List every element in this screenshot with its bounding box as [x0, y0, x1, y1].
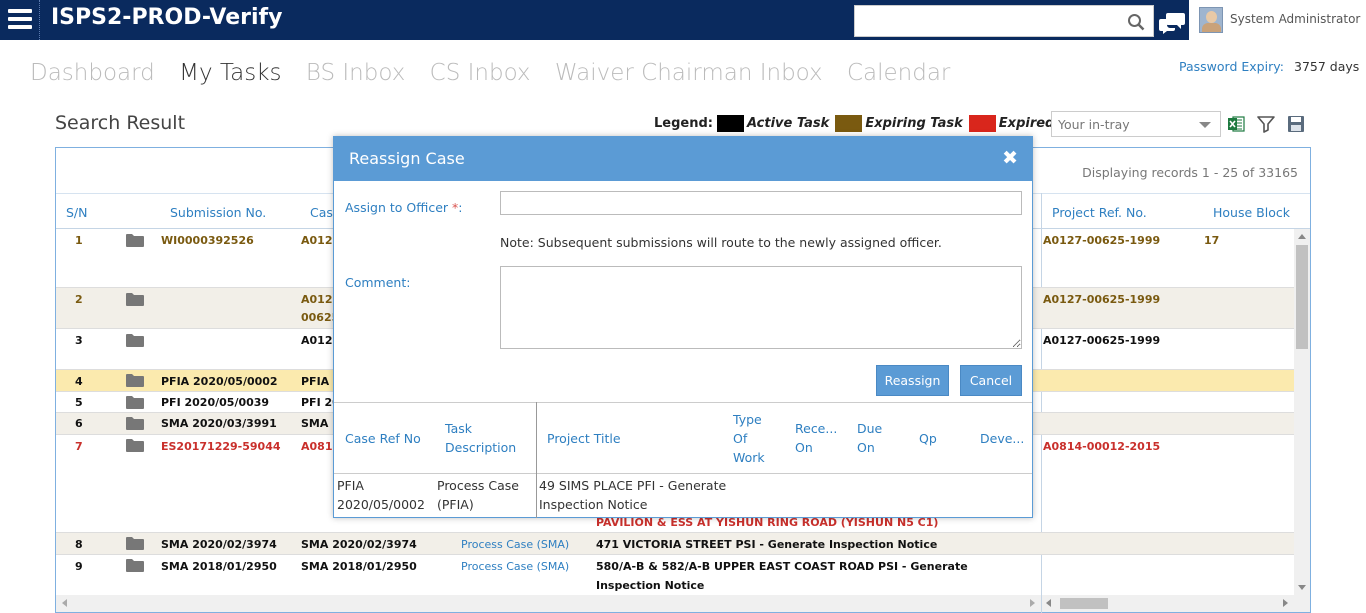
col-due-on[interactable]: Due On	[857, 419, 882, 457]
password-expiry-value: 3757 days	[1294, 59, 1360, 74]
in-tray-value: Your in-tray	[1058, 117, 1130, 132]
user-name: System Administrator	[1230, 12, 1361, 26]
cell-task-description: Process Case (PFIA)	[437, 478, 519, 512]
col-qp[interactable]: Qp	[919, 429, 937, 448]
legend-swatch-active	[716, 115, 744, 132]
tab-my-tasks[interactable]: My Tasks	[179, 60, 281, 86]
records-count: Displaying records 1 - 25 of 33165	[1082, 165, 1298, 180]
comment-label: Comment:	[345, 275, 411, 290]
tab-cs-inbox[interactable]: CS Inbox	[430, 60, 531, 86]
filter-icon[interactable]	[1257, 115, 1275, 133]
folder-icon[interactable]	[126, 292, 144, 306]
tab-bs-inbox[interactable]: BS Inbox	[306, 60, 406, 86]
scroll-up-icon[interactable]	[1298, 234, 1306, 239]
scroll-down-icon[interactable]	[1298, 585, 1306, 590]
scroll-right-icon[interactable]	[1283, 599, 1288, 607]
scroll-left-icon[interactable]	[1046, 599, 1051, 607]
col-developer[interactable]: Deve...	[980, 429, 1024, 448]
dialog-header: Reassign Case ✖	[334, 137, 1032, 181]
in-tray-select[interactable]: Your in-tray	[1051, 111, 1221, 137]
scroll-thumb[interactable]	[1296, 245, 1308, 349]
menu-icon[interactable]	[8, 9, 32, 31]
dialog-title: Reassign Case	[349, 149, 465, 168]
search-result-title: Search Result	[55, 112, 186, 134]
avatar	[1199, 7, 1223, 33]
assign-officer-label: Assign to Officer *:	[345, 200, 463, 215]
legend-swatch-expiring	[835, 115, 863, 132]
tab-waiver-chairman-inbox[interactable]: Waiver Chairman Inbox	[555, 60, 823, 86]
scroll-thumb[interactable]	[1060, 598, 1108, 609]
col-received-on[interactable]: Rece... On	[795, 419, 837, 457]
folder-icon[interactable]	[126, 558, 144, 572]
folder-icon[interactable]	[126, 416, 144, 430]
col-task-description[interactable]: Task Description	[445, 419, 516, 457]
legend-label: Legend:	[654, 116, 713, 131]
col-project-title[interactable]: Project Title	[547, 429, 621, 448]
table-row[interactable]: 9 SMA 2018/01/2950 SMA 2018/01/2950 Proc…	[56, 555, 1294, 595]
search-icon[interactable]	[1127, 13, 1145, 31]
user-menu[interactable]: System Administrator	[1189, 0, 1366, 40]
cell-project-title: 49 SIMS PLACE PFI - Generate Inspection …	[539, 478, 727, 512]
reassign-note: Note: Subsequent submissions will route …	[500, 235, 942, 250]
tab-calendar[interactable]: Calendar	[847, 60, 950, 86]
app-title: ISPS2-PROD-Verify	[51, 5, 283, 30]
col-house-block[interactable]: House Block	[1213, 205, 1290, 220]
excel-export-icon[interactable]	[1227, 115, 1245, 133]
header-divider	[39, 0, 40, 40]
folder-icon[interactable]	[126, 233, 144, 247]
horizontal-scrollbar-left[interactable]	[56, 595, 1041, 612]
cell-case-ref: PFIA 2020/05/0002	[337, 478, 425, 512]
scroll-right-icon[interactable]	[1030, 599, 1035, 607]
legend-expiring-task: Expiring Task	[865, 116, 963, 131]
folder-icon[interactable]	[126, 395, 144, 409]
col-submission-no[interactable]: Submission No.	[170, 205, 266, 220]
folder-icon[interactable]	[126, 536, 144, 550]
col-type-of-work[interactable]: Type Of Work	[733, 410, 765, 467]
horizontal-scrollbar-right[interactable]	[1042, 595, 1310, 612]
folder-icon[interactable]	[126, 438, 144, 452]
vertical-scrollbar[interactable]	[1294, 229, 1310, 595]
chat-icon[interactable]	[1159, 11, 1185, 35]
folder-icon[interactable]	[126, 373, 144, 387]
top-bar: ISPS2-PROD-Verify System Administrator	[0, 0, 1366, 40]
col-project-ref[interactable]: Project Ref. No.	[1052, 205, 1147, 220]
reassign-button[interactable]: Reassign	[876, 365, 949, 396]
main-tabs: Dashboard My Tasks BS Inbox CS Inbox Wai…	[30, 60, 967, 86]
legend-active-task: Active Task	[746, 116, 830, 131]
save-icon[interactable]	[1287, 115, 1305, 133]
legend-swatch-expired	[968, 115, 996, 132]
search-input[interactable]	[855, 6, 1115, 36]
tab-dashboard[interactable]: Dashboard	[30, 60, 155, 86]
assign-officer-input[interactable]	[500, 191, 1022, 215]
col-sn[interactable]: S/N	[66, 205, 88, 220]
password-expiry-label[interactable]: Password Expiry:	[1179, 59, 1284, 74]
cancel-button[interactable]: Cancel	[960, 365, 1022, 396]
global-search	[854, 5, 1154, 37]
folder-icon[interactable]	[126, 333, 144, 347]
chevron-down-icon	[1199, 122, 1211, 128]
comment-textarea[interactable]	[500, 266, 1022, 349]
scroll-left-icon[interactable]	[62, 599, 67, 607]
close-icon[interactable]: ✖	[1002, 147, 1018, 169]
legend: Legend: Active Task Expiring Task Expire…	[654, 115, 1093, 132]
col-case[interactable]: Cas	[310, 205, 333, 220]
col-case-ref[interactable]: Case Ref No	[345, 429, 421, 448]
table-row[interactable]: 8 SMA 2020/02/3974 SMA 2020/02/3974 Proc…	[56, 533, 1294, 555]
reassign-case-dialog: Reassign Case ✖ Assign to Officer *: Not…	[333, 136, 1033, 518]
